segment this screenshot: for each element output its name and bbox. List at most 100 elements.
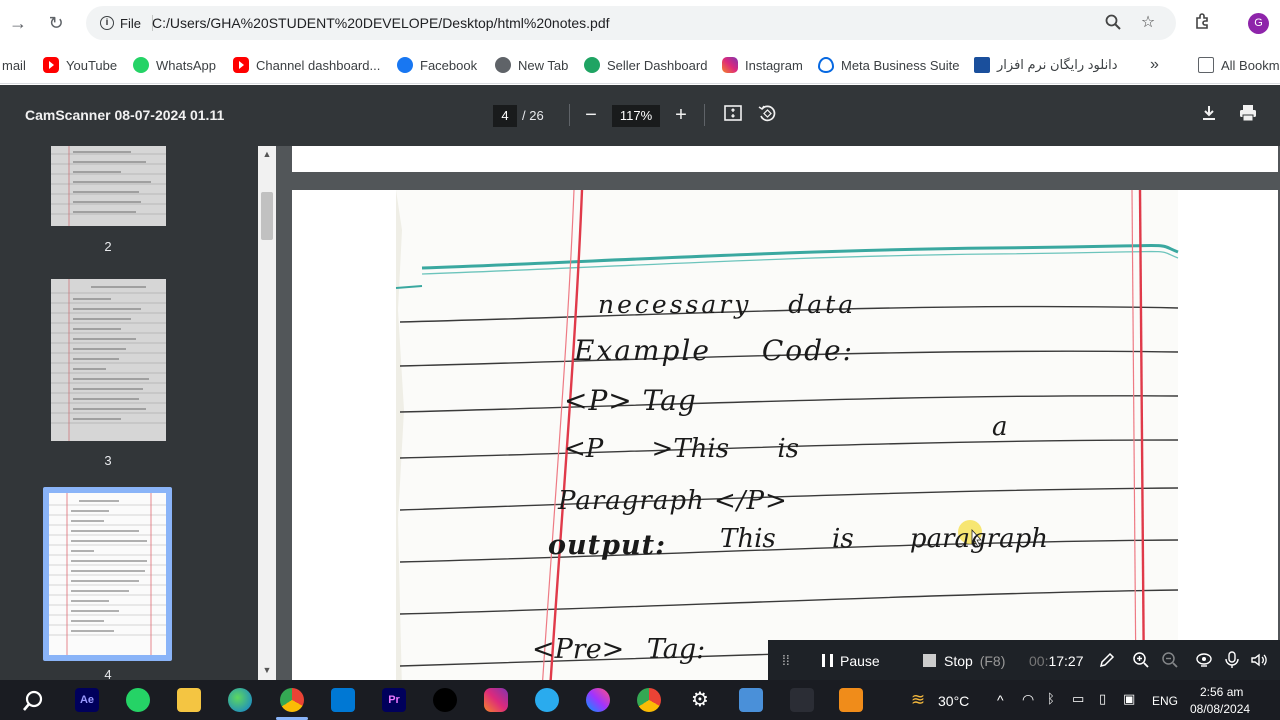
zoom-in-button[interactable]: + <box>669 103 693 127</box>
clock-time[interactable]: 2:56 am <box>1200 685 1243 699</box>
zoom-out-icon[interactable] <box>1161 651 1179 672</box>
bookmark-download-site[interactable]: دانلود رایگان نرم افزار <box>974 55 1118 75</box>
handwriting-line-7: <Pre> Tag: <box>532 634 706 665</box>
bookmark-channel-dashboard[interactable]: Channel dashboard... <box>233 55 380 75</box>
speaker-icon[interactable] <box>1250 651 1268 672</box>
profile-avatar[interactable]: G <box>1248 13 1269 34</box>
seller-icon <box>584 57 600 73</box>
site-info-chip[interactable]: i File <box>94 11 153 35</box>
thumbnail-label-3: 3 <box>104 453 112 468</box>
battery-icon[interactable]: ▭ <box>1072 691 1084 707</box>
reload-icon[interactable]: ↻ <box>44 11 68 35</box>
pause-button[interactable]: Pause <box>822 653 880 669</box>
bookmark-instagram[interactable]: Instagram <box>722 55 803 75</box>
display-icon[interactable]: ▣ <box>1123 691 1135 707</box>
thumbnail-sidebar: 2 3 4 ▲ ▼ <box>0 146 276 680</box>
bluetooth-icon[interactable]: ᛒ <box>1047 691 1055 706</box>
bookmarks-bar: mail YouTube WhatsApp Channel dashboard.… <box>0 46 1280 84</box>
address-bar[interactable]: i File C:/Users/GHA%20STUDENT%20DEVELOPE… <box>86 6 1176 40</box>
download-site-icon <box>974 57 990 73</box>
settings-icon[interactable]: ⚙ <box>688 688 712 712</box>
info-icon: i <box>100 16 114 30</box>
bookmark-youtube[interactable]: YouTube <box>43 55 117 75</box>
zoom-out-button[interactable]: − <box>579 103 603 127</box>
zoom-in-icon[interactable] <box>1132 651 1150 672</box>
search-icon[interactable] <box>21 689 45 718</box>
pen-icon[interactable] <box>1098 651 1116 672</box>
bookmark-meta-business[interactable]: Meta Business Suite <box>818 55 960 75</box>
fit-page-icon[interactable] <box>721 103 745 127</box>
weather-temperature[interactable]: 30°C <box>938 693 969 709</box>
handwriting-line-3: <P> Tag <box>564 384 697 417</box>
tray-overflow-icon[interactable]: ^ <box>997 692 1004 708</box>
screen-recorder-bar: ⁞⁞ Pause Stop (F8) 00:17:27 <box>768 640 1280 684</box>
scrollbar-thumb[interactable] <box>261 192 273 240</box>
page-total: / 26 <box>522 108 544 123</box>
forward-icon[interactable]: → <box>6 11 30 35</box>
meta-icon <box>818 57 834 73</box>
chrome-profile-icon[interactable] <box>637 688 661 712</box>
youtube-icon <box>233 57 249 73</box>
zoom-input[interactable]: 117% <box>612 105 660 127</box>
toolbar-divider <box>704 104 705 126</box>
language-indicator[interactable]: ENG <box>1152 694 1178 708</box>
pdf-viewport[interactable]: necessary data Example Code: <P> Tag <P … <box>276 146 1280 680</box>
bookmark-facebook[interactable]: Facebook <box>397 55 477 75</box>
thumbnail-label-4: 4 <box>104 667 112 680</box>
weather-icon[interactable]: ≋ <box>906 688 930 712</box>
url-text[interactable]: C:/Users/GHA%20STUDENT%20DEVELOPE/Deskto… <box>152 15 610 31</box>
thumbnail-label-2: 2 <box>104 239 112 254</box>
drag-handle-icon[interactable]: ⁞⁞ <box>782 652 790 668</box>
page-number-input[interactable]: 4 <box>493 105 517 127</box>
youtube-icon <box>43 57 59 73</box>
instagram-icon[interactable] <box>484 688 508 712</box>
bookmark-whatsapp[interactable]: WhatsApp <box>133 55 216 75</box>
windows-taskbar: Ae Pr ⚙ ≋ 30°C ^ ◠ ᛒ ▭ ▯ ▣ ENG 2:56 am 0… <box>0 680 1280 720</box>
app-installer-icon[interactable] <box>790 688 814 712</box>
tiktok-icon[interactable] <box>433 688 457 712</box>
recording-timer: 00:17:27 <box>1029 653 1084 669</box>
wifi-icon[interactable]: ◠ <box>1022 691 1034 708</box>
handwriting-line-4-end: a <box>992 412 1008 442</box>
telegram-icon[interactable] <box>535 688 559 712</box>
bookmark-seller-dashboard[interactable]: Seller Dashboard <box>584 55 707 75</box>
extensions-icon[interactable] <box>1192 12 1214 34</box>
after-effects-icon[interactable]: Ae <box>75 688 99 712</box>
download-icon[interactable] <box>1197 103 1221 127</box>
usb-icon[interactable]: ▯ <box>1099 691 1106 707</box>
rotate-icon[interactable] <box>755 103 779 127</box>
pdf-page-3 <box>292 146 1278 172</box>
bookmark-new-tab[interactable]: New Tab <box>495 55 568 75</box>
bookmark-gmail[interactable]: mail <box>2 55 26 75</box>
clock-date[interactable]: 08/08/2024 <box>1190 702 1250 716</box>
all-bookmarks[interactable]: All Bookm <box>1198 55 1280 75</box>
bookmark-star-icon[interactable]: ☆ <box>1138 13 1158 33</box>
edge-icon[interactable] <box>228 688 252 712</box>
toolbar-divider <box>569 104 570 126</box>
vscode-icon[interactable] <box>331 688 355 712</box>
scroll-up-icon[interactable]: ▲ <box>261 149 273 161</box>
pause-icon <box>822 654 833 667</box>
zoom-icon[interactable] <box>1103 13 1123 33</box>
handwriting-line-1: necessary data <box>598 290 857 319</box>
stop-button[interactable]: Stop (F8) <box>923 653 1005 669</box>
microphone-icon[interactable] <box>1224 651 1240 672</box>
newtab-icon <box>495 57 511 73</box>
document-title: CamScanner 08-07-2024 01.11 <box>25 107 225 123</box>
scroll-down-icon[interactable]: ▼ <box>261 665 273 677</box>
chrome-icon[interactable] <box>280 688 304 712</box>
webcam-icon[interactable] <box>1195 651 1213 672</box>
recorder-app-icon[interactable] <box>839 688 863 712</box>
premiere-icon[interactable]: Pr <box>382 688 406 712</box>
bookmarks-overflow-button[interactable]: » <box>1150 55 1159 75</box>
whatsapp-icon[interactable] <box>126 688 150 712</box>
photos-icon[interactable] <box>739 688 763 712</box>
thumbnail-page-2[interactable] <box>51 146 166 226</box>
pdf-page-4: necessary data Example Code: <P> Tag <P … <box>292 190 1278 680</box>
print-icon[interactable] <box>1236 103 1260 127</box>
file-explorer-icon[interactable] <box>177 688 201 712</box>
thumbnail-page-3[interactable] <box>51 279 166 441</box>
messenger-icon[interactable] <box>586 688 610 712</box>
thumbnail-page-4[interactable] <box>49 493 166 655</box>
sidebar-scrollbar[interactable]: ▲ ▼ <box>258 146 276 680</box>
